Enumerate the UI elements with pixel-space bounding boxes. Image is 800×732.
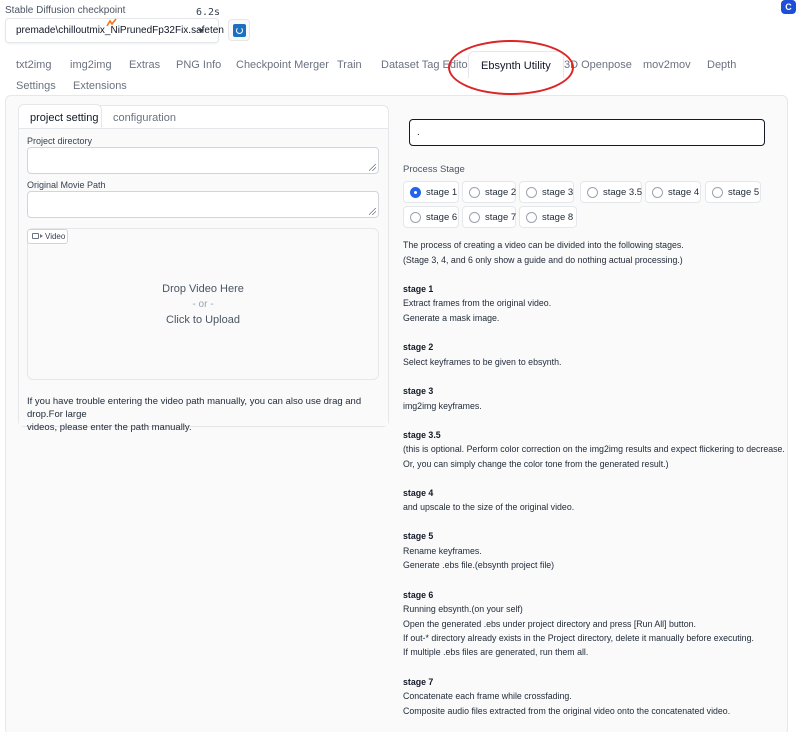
video-path-help-text: If you have trouble entering the video p… [27, 395, 382, 434]
drop-video-text: Drop Video Here [162, 283, 244, 295]
stage-description-line: img2img keyframes. [403, 401, 482, 411]
radio-stage-2[interactable]: stage 2 [462, 181, 516, 203]
radio-dot-icon [526, 187, 537, 198]
stage-description-line: Open the generated .ebs under project di… [403, 619, 696, 629]
checkpoint-label: Stable Diffusion checkpoint [5, 5, 126, 16]
video-chip-label: Video [45, 232, 66, 241]
annotation-highlight-circle [448, 40, 574, 95]
tab-extras[interactable]: Extras [129, 59, 160, 71]
video-upload-chip: Video [27, 229, 68, 244]
help-line: If you have trouble entering the video p… [27, 396, 362, 420]
radio-dot-icon [410, 212, 421, 223]
stage-description-line: Rename keyframes. [403, 546, 482, 556]
or-text: - or - [192, 299, 214, 310]
process-stage-label: Process Stage [403, 164, 465, 175]
stage-description-line: Generate .ebs file.(ebsynth project file… [403, 560, 555, 570]
stage-description-line: Or, you can simply change the color tone… [403, 459, 669, 469]
tab-settings[interactable]: Settings [16, 80, 56, 92]
tab-3d-openpose[interactable]: 3D Openpose [564, 59, 632, 71]
radio-stage-1[interactable]: stage 1 [403, 181, 459, 203]
stage-description-line: and upscale to the size of the original … [403, 502, 575, 512]
stage-heading: stage 5 [403, 531, 434, 541]
stage-heading: stage 3.5 [403, 430, 441, 440]
refresh-checkpoints-button[interactable] [228, 19, 250, 41]
stage-heading: stage 1 [403, 284, 434, 294]
video-camera-icon [32, 233, 43, 239]
tab-extensions[interactable]: Extensions [73, 80, 127, 92]
status-output-box: . [409, 119, 765, 146]
tab-checkpoint-merger[interactable]: Checkpoint Merger [236, 59, 329, 71]
stage-description-line: Running ebsynth.(on your self) [403, 604, 523, 614]
radio-dot-icon [712, 187, 723, 198]
tab-png-info[interactable]: PNG Info [176, 59, 221, 71]
movie-path-label: Original Movie Path [27, 180, 106, 190]
click-to-upload-text[interactable]: Click to Upload [27, 314, 379, 326]
radio-dot-icon [652, 187, 663, 198]
radio-dot-icon [469, 187, 480, 198]
stage-description-line: (this is optional. Perform color correct… [403, 444, 785, 454]
stage-heading: stage 3 [403, 386, 434, 396]
stage-description-line: Generate a mask image. [403, 313, 500, 323]
stage-heading: stage 2 [403, 342, 434, 352]
corner-logo-icon: C [781, 0, 796, 14]
tab-depth[interactable]: Depth [707, 59, 736, 71]
radio-stage-5[interactable]: stage 5 [705, 181, 761, 203]
stage-description-line: Composite audio files extracted from the… [403, 706, 731, 716]
tab-configuration[interactable]: configuration [113, 112, 176, 124]
tab-mov2mov[interactable]: mov2mov [643, 59, 691, 71]
radio-dot-icon [587, 187, 598, 198]
stage-heading: stage 4 [403, 488, 434, 498]
refresh-icon [233, 24, 246, 37]
stage-description-line: If multiple .ebs files are generated, ru… [403, 647, 589, 657]
movie-path-input[interactable] [27, 191, 379, 218]
tab-txt2img[interactable]: txt2img [16, 59, 51, 71]
resize-handle-icon[interactable] [369, 164, 376, 171]
stage-heading: stage 7 [403, 677, 434, 687]
checkpoint-value: premade\chilloutmix_NiPrunedFp32Fix.safe… [16, 25, 224, 36]
tab-project-setting[interactable]: project setting [18, 104, 102, 128]
load-timer: 6.2s [196, 7, 221, 18]
radio-stage-4[interactable]: stage 4 [645, 181, 701, 203]
stage-description-line: The process of creating a video can be d… [403, 240, 684, 250]
stage-description-line: Concatenate each frame while crossfading… [403, 691, 572, 701]
radio-stage-3[interactable]: stage 3 [519, 181, 574, 203]
project-directory-input[interactable] [27, 147, 379, 174]
radio-dot-icon [410, 187, 421, 198]
radio-dot-icon [526, 212, 537, 223]
project-directory-label: Project directory [27, 136, 93, 146]
loading-icon [106, 18, 117, 27]
help-line: videos, please enter the path manually. [27, 422, 192, 433]
radio-stage-7[interactable]: stage 7 [462, 206, 516, 228]
tab-train[interactable]: Train [337, 59, 362, 71]
stage-description-line: Extract frames from the original video. [403, 298, 552, 308]
stage-heading: stage 6 [403, 590, 434, 600]
tab-img2img[interactable]: img2img [70, 59, 112, 71]
radio-stage-3-5[interactable]: stage 3.5 [580, 181, 642, 203]
radio-stage-6[interactable]: stage 6 [403, 206, 459, 228]
radio-stage-8[interactable]: stage 8 [519, 206, 577, 228]
stage-description-line: (Stage 3, 4, and 6 only show a guide and… [403, 255, 683, 265]
stage-description-line: If out-* directory already exists in the… [403, 633, 754, 643]
chevron-down-icon [198, 29, 204, 33]
resize-handle-icon[interactable] [369, 208, 376, 215]
radio-dot-icon [469, 212, 480, 223]
stage-description-line: Select keyframes to be given to ebsynth. [403, 357, 562, 367]
